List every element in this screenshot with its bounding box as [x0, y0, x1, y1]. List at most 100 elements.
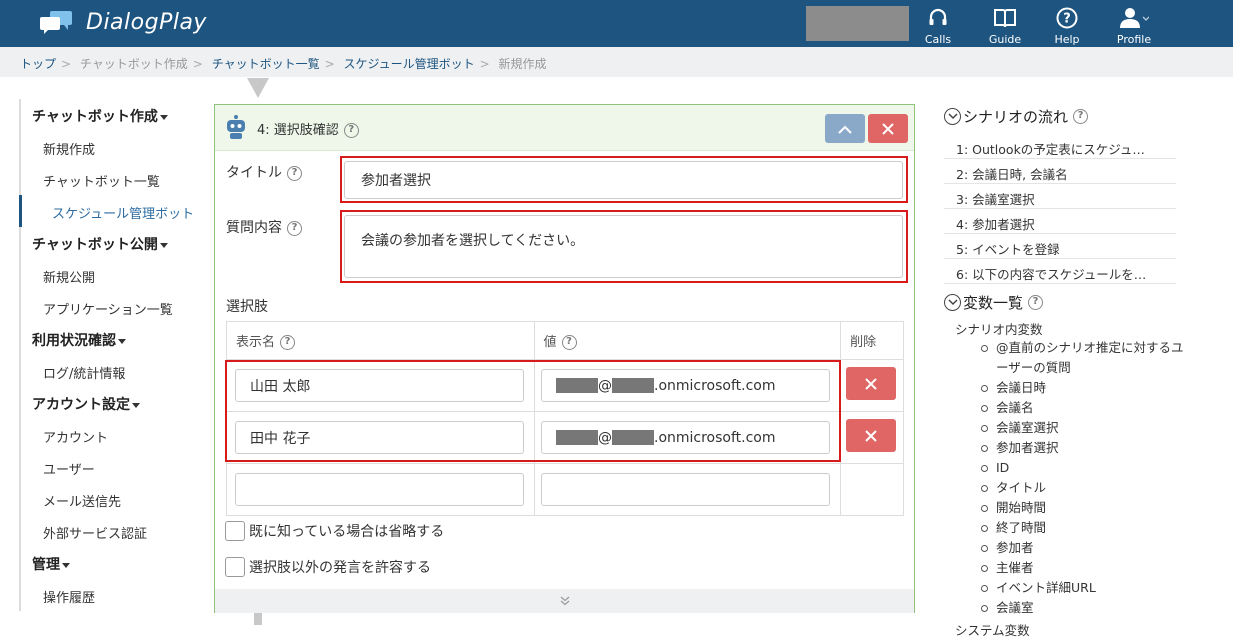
crumb-top[interactable]: トップ	[20, 57, 56, 71]
variable-item: 会議室選択	[981, 418, 1194, 438]
variable-item: 終了時間	[981, 518, 1194, 538]
allow-checkbox-label: 選択肢以外の発言を許容する	[249, 560, 431, 576]
nav-calls[interactable]: Calls	[908, 5, 968, 46]
question-label-text: 質問内容	[226, 220, 282, 236]
variable-item: 会議室	[981, 598, 1194, 618]
sidebar: チャットボット作成 新規作成 チャットボット一覧 スケジュール管理ボット チャッ…	[19, 99, 199, 611]
sidebar-group-usage[interactable]: 利用状況確認	[19, 323, 199, 355]
crumb-list[interactable]: チャットボット一覧	[212, 57, 320, 71]
nav-guide[interactable]: Guide	[975, 5, 1035, 46]
skip-checkbox-label: 既に知っている場合は省略する	[249, 524, 445, 540]
scenario-flow-title: シナリオの流れ	[963, 107, 1069, 126]
sidebar-item-account[interactable]: アカウント	[19, 419, 199, 451]
sidebar-item-users[interactable]: ユーザー	[19, 451, 199, 483]
sidebar-item-schedule-bot[interactable]: スケジュール管理ボット	[19, 195, 199, 227]
variable-group-label: システム変数	[955, 623, 1030, 638]
sidebar-group-label: チャットボット作成	[32, 109, 158, 125]
book-icon	[975, 5, 1035, 31]
allow-other-option[interactable]: 選択肢以外の発言を許容する	[225, 557, 431, 577]
step-editor-panel: 4: 選択肢確認? タイトル? 参加者選択 質問内容? 会議の参加者を選択してく…	[214, 104, 915, 613]
sidebar-item-app-list[interactable]: アプリケーション一覧	[19, 291, 199, 323]
step-text: 4: 参加者選択	[956, 217, 1035, 232]
step-text: 3: 会議室選択	[956, 192, 1035, 207]
chat-bubbles-icon	[38, 9, 74, 35]
nav-calls-label: Calls	[924, 33, 952, 46]
panel-title-text: 4: 選択肢確認	[257, 123, 339, 138]
question-field-label: 質問内容?	[226, 217, 302, 237]
scenario-step[interactable]: 6: 以下の内容でスケジュールを…	[944, 259, 1176, 284]
nav-help-label: Help	[1054, 33, 1080, 46]
svg-text:?: ?	[1063, 12, 1071, 27]
option-value-input[interactable]	[541, 473, 830, 506]
crumb-create: チャットボット作成	[79, 57, 188, 71]
delete-option-button[interactable]	[846, 367, 896, 400]
help-icon[interactable]: ?	[287, 220, 302, 236]
allow-checkbox[interactable]	[225, 557, 245, 577]
step-text: 5: イベントを登録	[956, 242, 1060, 257]
sidebar-group-label: 管理	[32, 557, 60, 573]
sidebar-group-label: 利用状況確認	[32, 333, 116, 349]
sidebar-group-admin[interactable]: 管理	[19, 547, 199, 579]
variable-list: @直前のシナリオ推定に対するユーザーの質問 会議日時 会議名 会議室選択 参加者…	[981, 338, 1194, 618]
help-icon[interactable]: ?	[343, 123, 359, 138]
title-label-text: タイトル	[226, 165, 282, 181]
scenario-flow-header[interactable]: シナリオの流れ?	[944, 104, 1194, 128]
scenario-step[interactable]: 5: イベントを登録	[944, 234, 1176, 259]
flow-arrow-icon	[247, 78, 269, 98]
variable-item: 会議日時	[981, 378, 1194, 398]
highlight-box	[340, 210, 908, 283]
scenario-step[interactable]: 1: Outlookの予定表にスケジュ…	[944, 134, 1176, 159]
scenario-step[interactable]: 3: 会議室選択	[944, 184, 1176, 209]
chevron-down-circle-icon	[944, 107, 961, 125]
col-value: 値?	[533, 321, 842, 360]
variable-item: ID	[981, 458, 1194, 478]
variable-item: タイトル	[981, 478, 1194, 498]
crumb-bot[interactable]: スケジュール管理ボット	[343, 57, 474, 71]
sidebar-group-label: チャットボット公開	[32, 237, 158, 253]
sidebar-item-mail[interactable]: メール送信先	[19, 483, 199, 515]
nav-profile[interactable]: Profile	[1104, 5, 1164, 46]
sidebar-item-logs[interactable]: ログ/統計情報	[19, 355, 199, 387]
option-display-input[interactable]	[235, 473, 524, 506]
sidebar-group-create[interactable]: チャットボット作成	[19, 99, 199, 131]
help-icon[interactable]: ?	[561, 335, 577, 350]
help-icon: ?	[1037, 5, 1097, 31]
delete-step-button[interactable]	[868, 114, 908, 143]
col-value-label: 値	[543, 335, 557, 350]
expand-panel-bar[interactable]	[215, 589, 914, 613]
sidebar-item-new-publish[interactable]: 新規公開	[19, 259, 199, 291]
app-logo[interactable]: DialogPlay	[38, 9, 207, 35]
variables-title: 変数一覧	[963, 293, 1024, 312]
scenario-step[interactable]: 2: 会議日時, 会議名	[944, 159, 1176, 184]
scenario-step[interactable]: 4: 参加者選択	[944, 209, 1176, 234]
skip-checkbox[interactable]	[225, 521, 245, 541]
variables-header[interactable]: 変数一覧?	[944, 290, 1194, 314]
sidebar-item-bot-list[interactable]: チャットボット一覧	[19, 163, 199, 195]
chevron-up-icon	[838, 125, 852, 134]
sidebar-group-publish[interactable]: チャットボット公開	[19, 227, 199, 259]
help-icon[interactable]: ?	[1073, 108, 1089, 124]
sidebar-item-history[interactable]: 操作履歴	[19, 579, 199, 611]
help-icon[interactable]: ?	[287, 165, 302, 181]
panel-header: 4: 選択肢確認?	[215, 105, 914, 151]
help-icon[interactable]: ?	[1028, 294, 1044, 310]
nav-help[interactable]: ? Help	[1037, 5, 1097, 46]
move-up-button[interactable]	[825, 114, 865, 143]
nav-guide-label: Guide	[988, 33, 1022, 46]
headset-icon	[908, 5, 968, 31]
masked-field	[806, 6, 909, 41]
sidebar-group-account[interactable]: アカウント設定	[19, 387, 199, 419]
delete-option-button[interactable]	[846, 419, 896, 452]
skip-if-known-option[interactable]: 既に知っている場合は省略する	[225, 521, 444, 541]
panel-title: 4: 選択肢確認?	[257, 119, 359, 138]
help-icon[interactable]: ?	[280, 335, 296, 350]
close-icon	[865, 429, 877, 442]
chevron-down-circle-icon	[944, 293, 961, 311]
sidebar-item-external-auth[interactable]: 外部サービス認証	[19, 515, 199, 547]
col-display-label: 表示名	[236, 335, 276, 350]
variable-item: 参加者	[981, 538, 1194, 558]
close-icon	[865, 377, 877, 390]
sidebar-item-new[interactable]: 新規作成	[19, 131, 199, 163]
variable-item: @直前のシナリオ推定に対するユーザーの質問	[981, 338, 1184, 378]
caret-down-icon	[132, 402, 140, 408]
